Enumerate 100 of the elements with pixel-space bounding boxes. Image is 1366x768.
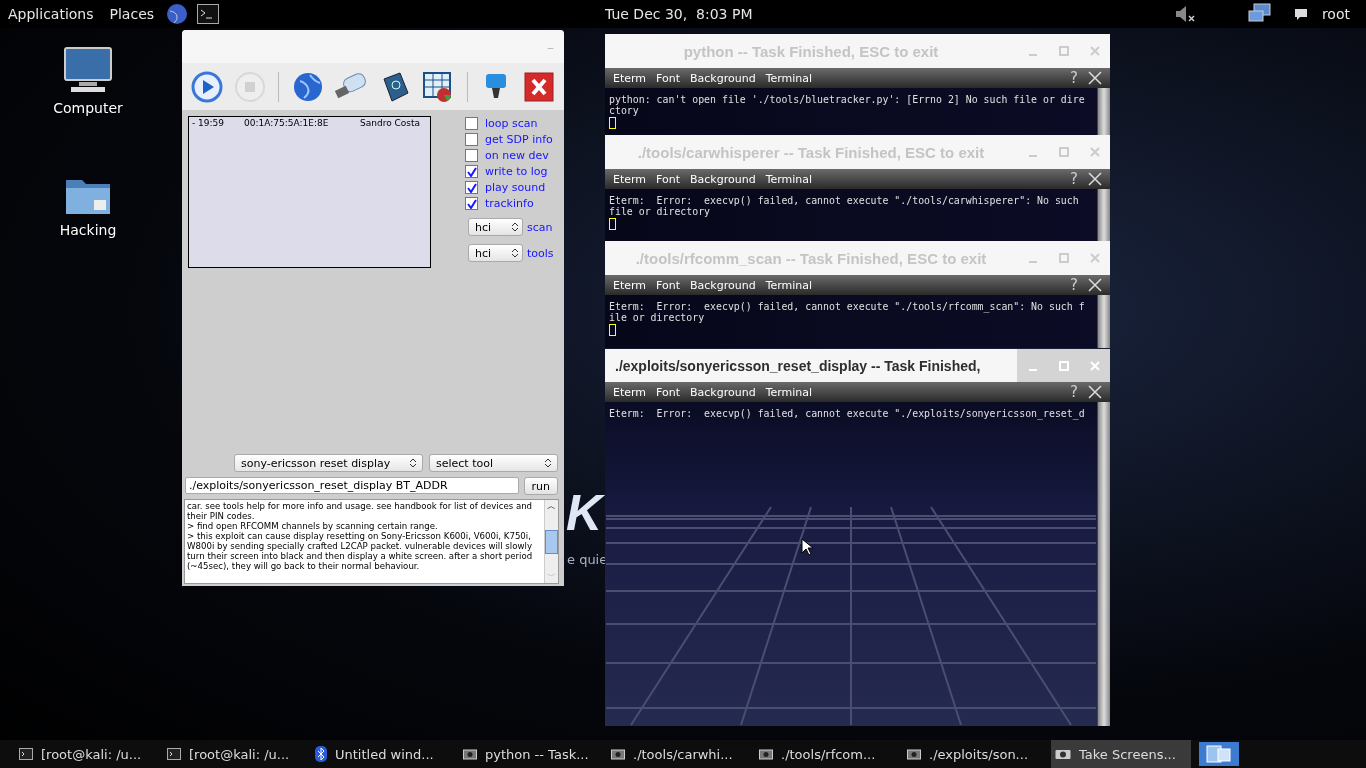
terminal-icon <box>167 748 181 760</box>
scrollbar[interactable] <box>1097 88 1110 135</box>
taskbar-item[interactable]: python -- Task... <box>459 740 599 768</box>
close-icon <box>1089 253 1100 263</box>
close-icon <box>524 71 555 102</box>
checkbox[interactable] <box>465 117 478 130</box>
terminal-output: Eterm: Error: execvp() failed, cannot execute "./exploits/sonyericsson_reset_d <box>608 407 1086 421</box>
scroll-up-button[interactable]: ︿ <box>547 500 556 513</box>
terminal-icon[interactable] <box>197 4 220 24</box>
run-button[interactable]: run <box>523 477 558 495</box>
menu-item[interactable]: Font <box>656 278 681 292</box>
checkbox-label: write to log <box>485 165 548 178</box>
window-icon <box>907 748 921 760</box>
window-icon <box>463 748 477 760</box>
dropdown-arrows-icon <box>409 457 417 469</box>
checkbox[interactable] <box>465 197 478 210</box>
book-icon <box>380 70 410 103</box>
icon-label[interactable]: Computer <box>53 100 123 116</box>
menu-item[interactable]: Background <box>690 71 756 85</box>
taskbar-item[interactable]: Untitled wind... <box>311 740 451 768</box>
dropdown-arrows-icon <box>544 457 552 469</box>
scrollbar[interactable] <box>1097 189 1110 241</box>
camera-icon <box>1055 748 1071 760</box>
device-address: 00:1A:75:5A:1E:8E <box>244 118 330 128</box>
close-icon <box>1089 46 1100 56</box>
window-icon <box>611 748 625 760</box>
taskbar-item[interactable]: [root@kali: /u... <box>163 740 303 768</box>
toolbar-button[interactable] <box>190 69 224 104</box>
globe-icon <box>291 70 324 103</box>
checkbox-label: trackinfo <box>485 197 534 210</box>
menu-item[interactable]: Font <box>656 71 681 85</box>
play-icon <box>190 70 223 103</box>
network-icon[interactable] <box>1247 3 1272 25</box>
volume-muted-icon[interactable] <box>1173 4 1196 24</box>
menu-item[interactable]: Terminal <box>765 385 813 399</box>
adapter-spinbox[interactable]: hci <box>468 218 523 236</box>
close-icon[interactable] <box>1088 172 1102 186</box>
taskbar-item[interactable]: ./tools/rfcom... <box>755 740 895 768</box>
help-button[interactable]: ? <box>1070 276 1078 294</box>
menu-item[interactable]: Background <box>690 172 756 186</box>
window-icon <box>759 748 773 760</box>
spin-arrows-icon <box>511 221 519 233</box>
help-button[interactable]: ? <box>1070 170 1078 188</box>
close-icon[interactable] <box>1088 71 1102 85</box>
menu-item[interactable]: Eterm <box>613 278 647 292</box>
clock[interactable]: Tue Dec 30, 8:03 PM <box>605 6 753 22</box>
tool-dropdown[interactable]: select tool <box>429 454 558 472</box>
panel-menu[interactable]: Applications <box>0 6 102 22</box>
menu-item[interactable]: Eterm <box>613 172 647 186</box>
taskbar-item[interactable]: Take Screens... <box>1051 740 1191 768</box>
exploit-dropdown[interactable]: sony-ericsson reset display <box>234 454 423 472</box>
taskbar-item[interactable]: [root@kali: /u... <box>15 740 155 768</box>
terminal-output: python: can't open file './tools/bluetracker.py': [Errno 2] No such file or dire ctory <box>605 88 1097 131</box>
maximize-icon <box>1058 253 1069 263</box>
help-button[interactable]: ? <box>1070 69 1078 87</box>
scrollbar[interactable] <box>1097 295 1110 348</box>
scrollbar[interactable] <box>1097 402 1110 726</box>
toolbar-button[interactable] <box>522 69 557 104</box>
menu-item[interactable]: Font <box>656 172 681 186</box>
adapter-spinbox[interactable]: hci <box>468 244 523 262</box>
workspace-switcher[interactable] <box>1199 742 1239 766</box>
checkbox[interactable] <box>465 165 478 178</box>
checkbox-label: play sound <box>485 181 546 194</box>
panel-menu[interactable]: Places <box>101 6 163 22</box>
menu-item[interactable]: Eterm <box>613 385 647 399</box>
globe-icon[interactable] <box>166 3 189 25</box>
taskbar-item[interactable]: ./exploits/son... <box>903 740 1043 768</box>
command-field[interactable]: ./exploits/sonyericsson_reset_display BT_ADDR <box>185 477 519 494</box>
scrollbar[interactable]: ︿ ﹀ <box>544 500 558 583</box>
menu-item[interactable]: Eterm <box>613 71 647 85</box>
checkbox-label: on new dev <box>485 149 549 162</box>
close-icon <box>1089 360 1100 371</box>
help-button[interactable]: ? <box>1070 383 1078 401</box>
minimize-icon <box>1027 155 1038 157</box>
user-menu[interactable]: root <box>1313 6 1358 22</box>
menu-item[interactable]: Terminal <box>765 278 813 292</box>
menu-item[interactable]: Font <box>656 385 681 399</box>
window-title: ./exploits/sonyericsson_reset_display -- Task Finished, <box>614 357 982 374</box>
menu-item[interactable]: Terminal <box>765 71 813 85</box>
taskbar-item[interactable]: ./tools/carwhi... <box>607 740 747 768</box>
device-list[interactable]: - 19:59 00:1A:75:5A:1E:8E Sandro Costa <box>188 116 431 268</box>
checkbox[interactable] <box>465 133 478 146</box>
checkbox[interactable] <box>465 181 478 194</box>
close-icon <box>1089 147 1100 157</box>
info-text: car. see tools help for more info and usage. see handbook for list of devices and their PIN codes. > find open RFCOMM channels by scanning certain range. > this exploit can cause display resetting on Sony-Ericsson K600i, V600i, K750i, W800i by sending specially crafted L2CAP packet. vulnerable devices will slowly turn their screen into black and then display a white screen. after a short period (~45sec), they will go back to their normal behaviour. <box>186 500 534 573</box>
menu-item[interactable]: Background <box>690 278 756 292</box>
chat-icon[interactable] <box>1293 7 1308 21</box>
checkbox[interactable] <box>465 149 478 162</box>
checkbox-label: get SDP info <box>485 133 553 146</box>
computer-icon[interactable] <box>63 46 113 94</box>
menu-item[interactable]: Background <box>690 385 756 399</box>
scroll-thumb[interactable] <box>545 529 558 554</box>
menu-item[interactable]: Terminal <box>765 172 813 186</box>
icon-label[interactable]: Hacking <box>59 222 117 238</box>
spinbox-label: scan <box>527 220 553 234</box>
device-time: - 19:59 <box>192 118 226 128</box>
close-icon[interactable] <box>1088 278 1102 292</box>
checkmark-icon <box>466 166 477 177</box>
pointer-icon <box>801 538 813 556</box>
close-icon[interactable] <box>1088 385 1102 399</box>
